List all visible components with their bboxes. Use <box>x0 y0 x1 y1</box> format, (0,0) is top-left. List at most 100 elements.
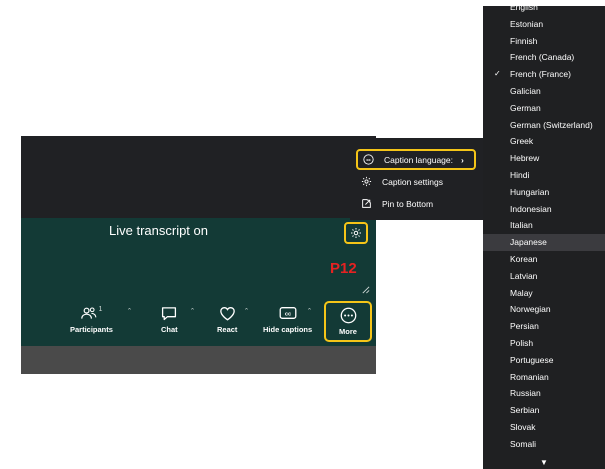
language-item[interactable]: Polish <box>483 335 605 352</box>
language-label: English <box>510 6 538 12</box>
caption-settings-button[interactable] <box>344 222 368 244</box>
language-label: Italian <box>510 220 533 231</box>
participants-icon <box>80 307 96 319</box>
language-item[interactable]: Korean <box>483 251 605 268</box>
chat-button[interactable]: Chat <box>161 304 178 334</box>
language-item[interactable]: German (Switzerland) <box>483 117 605 134</box>
language-label: Romanian <box>510 371 549 382</box>
more-button[interactable]: More <box>324 301 372 342</box>
chat-chevron-icon[interactable]: ˆ <box>191 307 194 317</box>
language-label: Indonesian <box>510 203 552 214</box>
caption-settings-item[interactable]: Caption settings <box>356 171 476 192</box>
language-label: Hungarian <box>510 186 550 197</box>
participants-button[interactable]: 1 Participants <box>70 304 113 335</box>
language-item[interactable]: Japanese <box>483 234 605 251</box>
language-label: Japanese <box>510 237 547 248</box>
chat-label: Chat <box>161 325 178 334</box>
participants-label: Participants <box>70 325 113 334</box>
language-label: Serbian <box>510 405 540 416</box>
captions-menu: cc Caption language: › Caption settings … <box>350 138 483 220</box>
language-item[interactable]: Hebrew <box>483 150 605 167</box>
checkmark-icon: ✓ <box>494 69 501 79</box>
resize-handle-icon[interactable] <box>361 285 370 294</box>
svg-text:cc: cc <box>284 312 291 318</box>
language-label: German (Switzerland) <box>510 119 593 130</box>
react-label: React <box>217 325 238 334</box>
language-list: English Estonian Finnish French (Canada) ✓ Fr… <box>483 6 605 453</box>
participants-chevron-icon[interactable]: ˆ <box>128 307 131 317</box>
scroll-down-icon[interactable]: ▼ <box>483 458 605 467</box>
language-label: Russian <box>510 388 541 399</box>
language-label: Korean <box>510 253 538 264</box>
pin-icon <box>362 199 371 208</box>
language-label: Galician <box>510 85 541 96</box>
caption-settings-label: Caption settings <box>382 176 443 187</box>
language-item[interactable]: Serbian <box>483 402 605 419</box>
language-label: Hindi <box>510 169 530 180</box>
pin-to-bottom-label: Pin to Bottom <box>382 198 434 209</box>
language-item[interactable]: Romanian <box>483 369 605 386</box>
caption-language-item[interactable]: cc Caption language: › <box>356 149 476 170</box>
language-item[interactable]: Hungarian <box>483 184 605 201</box>
language-label: Latvian <box>510 270 538 281</box>
language-label: Somali <box>510 438 536 449</box>
language-item[interactable]: Finnish <box>483 33 605 50</box>
language-item[interactable]: Latvian <box>483 268 605 285</box>
language-item[interactable]: Persian <box>483 318 605 335</box>
caption-language-label: Caption language: <box>384 154 454 165</box>
captions-chevron-icon[interactable]: ˆ <box>308 307 311 317</box>
react-button[interactable]: React <box>217 304 237 334</box>
language-item[interactable]: Somali <box>483 436 605 453</box>
language-label: Finnish <box>510 35 538 46</box>
svg-text:cc: cc <box>366 158 371 162</box>
language-item[interactable]: Norwegian <box>483 301 605 318</box>
language-item[interactable]: ✓ French (France) <box>483 66 605 83</box>
language-item[interactable]: Malay <box>483 285 605 302</box>
caption-area: Live transcript on P12 <box>21 218 376 298</box>
language-item[interactable]: French (Canada) <box>483 49 605 66</box>
bottom-strip <box>21 346 376 374</box>
cc-icon: cc <box>363 154 374 165</box>
language-item[interactable]: Estonian <box>483 16 605 33</box>
meeting-window: Live transcript on P12 1 Participants ˆ … <box>21 136 376 374</box>
heart-icon <box>219 306 235 321</box>
more-options-icon <box>340 307 356 324</box>
language-item[interactable]: Greek <box>483 133 605 150</box>
language-label: Polish <box>510 337 534 348</box>
annotation-label: P12 <box>330 260 357 277</box>
language-label: Malay <box>510 287 533 298</box>
language-item[interactable]: Hindi <box>483 167 605 184</box>
pin-to-bottom-item[interactable]: Pin to Bottom <box>356 193 476 214</box>
language-label: Persian <box>510 321 539 332</box>
language-item[interactable]: Portuguese <box>483 352 605 369</box>
chevron-right-icon: › <box>461 154 464 165</box>
language-item[interactable]: Russian <box>483 385 605 402</box>
language-item[interactable]: German <box>483 100 605 117</box>
meeting-toolbar: 1 Participants ˆ Chat ˆ React ˆ cc Hide … <box>21 298 376 346</box>
caption-language-list: English Estonian Finnish French (Canada) ✓ Fr… <box>483 6 605 469</box>
language-label: Norwegian <box>510 304 551 315</box>
react-chevron-icon[interactable]: ˆ <box>245 307 248 317</box>
language-label: French (Canada) <box>510 52 575 63</box>
language-label: Greek <box>510 136 534 147</box>
language-item[interactable]: Galician <box>483 83 605 100</box>
participants-count: 1 <box>98 305 103 313</box>
language-item[interactable]: Indonesian <box>483 201 605 218</box>
hide-captions-button[interactable]: cc Hide captions <box>263 304 312 334</box>
language-label: German <box>510 102 541 113</box>
language-label: French (France) <box>510 69 571 80</box>
language-label: Slovak <box>510 421 536 432</box>
language-item[interactable]: Italian <box>483 217 605 234</box>
language-label: Estonian <box>510 18 544 29</box>
gear-icon <box>351 228 361 238</box>
gear-icon <box>361 176 372 187</box>
language-label: Portuguese <box>510 354 554 365</box>
language-item[interactable]: English <box>483 6 605 16</box>
chat-icon <box>162 306 177 320</box>
language-item[interactable]: Slovak <box>483 419 605 436</box>
hide-captions-label: Hide captions <box>263 325 313 334</box>
live-transcript-text: Live transcript on <box>109 223 208 238</box>
more-label: More <box>339 327 357 336</box>
closed-captions-icon: cc <box>279 307 297 319</box>
language-label: Hebrew <box>510 153 540 164</box>
